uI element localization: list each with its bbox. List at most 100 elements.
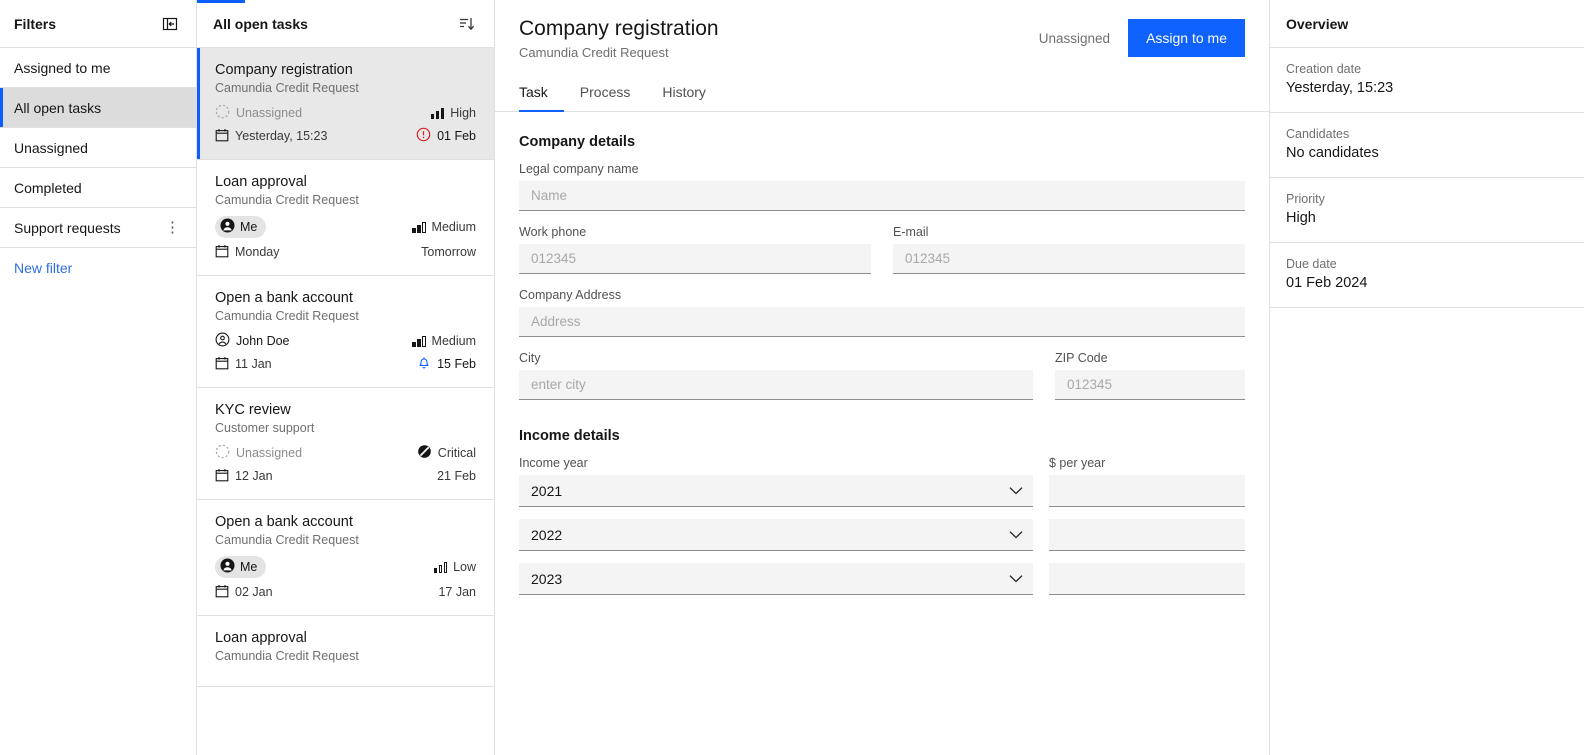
zip-code-field: ZIP Code	[1055, 351, 1245, 400]
calendar-icon	[215, 244, 229, 261]
income-amount-input[interactable]	[1049, 519, 1245, 551]
task-assignee-label: Unassigned	[236, 446, 302, 460]
income-year-select[interactable]: 2021	[519, 475, 1033, 507]
task-row[interactable]: Loan approval Camundia Credit Request Me	[197, 160, 494, 276]
task-row[interactable]: Open a bank account Camundia Credit Requ…	[197, 500, 494, 616]
task-name: Company registration	[215, 62, 476, 78]
overview-item-value: High	[1286, 210, 1568, 226]
task-name: Open a bank account	[215, 290, 476, 306]
income-amount-input[interactable]	[1049, 563, 1245, 595]
task-row[interactable]: Loan approval Camundia Credit Request	[197, 616, 494, 687]
task-row[interactable]: Open a bank account Camundia Credit Requ…	[197, 276, 494, 388]
calendar-icon	[215, 128, 229, 145]
task-detail-panel: Company registration Camundia Credit Req…	[495, 0, 1270, 755]
income-row: 2022	[519, 519, 1245, 551]
task-process: Camundia Credit Request	[215, 81, 476, 95]
unassigned-avatar-icon	[215, 104, 230, 122]
sidebar-item-unassigned[interactable]: Unassigned	[0, 128, 196, 168]
task-application: Filters Assigned to me All open tasks Un…	[0, 0, 1584, 755]
income-year-select-wrap: 2023	[519, 563, 1033, 595]
overview-item-label: Candidates	[1286, 127, 1568, 141]
reminder-bell-icon	[417, 355, 431, 373]
calendar-icon	[215, 356, 229, 373]
work-phone-input[interactable]	[519, 244, 871, 274]
task-detail-header-top: Company registration Camundia Credit Req…	[519, 16, 1245, 60]
task-assignee-label: Me	[240, 220, 257, 234]
filter-label: Completed	[14, 180, 82, 196]
task-assignee: Me	[215, 556, 266, 578]
city-label: City	[519, 351, 1033, 365]
task-detail-tabs: Task Process History	[519, 76, 1245, 111]
task-detail-actions: Unassigned Assign to me	[1039, 16, 1245, 57]
assign-to-me-button[interactable]: Assign to me	[1128, 19, 1245, 57]
task-meta-dates: 12 Jan 21 Feb	[215, 467, 476, 485]
zip-code-label: ZIP Code	[1055, 351, 1245, 365]
task-due-label: 21 Feb	[437, 469, 476, 483]
task-priority: High	[431, 106, 476, 120]
task-due-label: 01 Feb	[437, 129, 476, 143]
task-created-date: 11 Jan	[215, 356, 272, 373]
user-avatar-icon	[220, 218, 235, 236]
legal-company-name-input[interactable]	[519, 181, 1245, 211]
filters-sidebar: Filters Assigned to me All open tasks Un…	[0, 0, 197, 755]
email-field: E-mail	[893, 225, 1245, 274]
critical-priority-icon	[417, 444, 432, 462]
task-meta-dates: Monday Tomorrow	[215, 243, 476, 261]
task-assignee: Me	[215, 216, 266, 238]
task-row[interactable]: Company registration Camundia Credit Req…	[197, 48, 494, 160]
tab-process[interactable]: Process	[564, 76, 647, 112]
income-amount-label: $ per year	[1049, 456, 1245, 470]
work-phone-label: Work phone	[519, 225, 871, 239]
task-list-header: All open tasks	[197, 0, 494, 48]
income-amount-wrap	[1049, 475, 1245, 507]
tab-task[interactable]: Task	[519, 76, 564, 112]
city-input[interactable]	[519, 370, 1033, 400]
task-meta-assignee: Unassigned High	[215, 104, 476, 122]
overview-item-priority: Priority High	[1270, 178, 1584, 243]
income-amount-wrap	[1049, 519, 1245, 551]
calendar-icon	[215, 584, 229, 601]
new-filter-button[interactable]: New filter	[0, 248, 196, 288]
income-year-label: Income year	[519, 456, 1033, 470]
sidebar-item-support-requests[interactable]: Support requests ⋮	[0, 208, 196, 248]
city-zip-row: City ZIP Code	[519, 351, 1245, 414]
task-assignee-label: Me	[240, 560, 257, 574]
overview-header: Overview	[1270, 0, 1584, 48]
task-priority-label: Critical	[438, 446, 476, 460]
filters-header: Filters	[0, 0, 196, 48]
priority-bars-icon	[412, 336, 426, 347]
collapse-panel-icon[interactable]	[158, 12, 182, 36]
task-due-label: 17 Jan	[438, 585, 476, 599]
sidebar-item-completed[interactable]: Completed	[0, 168, 196, 208]
task-priority: Critical	[417, 444, 476, 462]
income-row: 2023	[519, 563, 1245, 595]
income-year-select[interactable]: 2022	[519, 519, 1033, 551]
task-list-panel: All open tasks Company registration Camu…	[197, 0, 495, 755]
task-assignee-label: Unassigned	[236, 106, 302, 120]
legal-company-name-field: Legal company name	[519, 162, 1245, 211]
sort-descending-icon[interactable]	[454, 12, 478, 36]
task-due-date: 17 Jan	[438, 585, 476, 599]
sidebar-item-all-open-tasks[interactable]: All open tasks	[0, 88, 196, 128]
task-list-title: All open tasks	[213, 16, 308, 32]
income-year-select[interactable]: 2023	[519, 563, 1033, 595]
sidebar-item-assigned-to-me[interactable]: Assigned to me	[0, 48, 196, 88]
calendar-icon	[215, 468, 229, 485]
email-input[interactable]	[893, 244, 1245, 274]
tab-history[interactable]: History	[646, 76, 722, 112]
task-meta-assignee: Me Medium	[215, 216, 476, 238]
overview-item-due-date: Due date 01 Feb 2024	[1270, 243, 1584, 308]
zip-code-input[interactable]	[1055, 370, 1245, 400]
income-amount-input[interactable]	[1049, 475, 1245, 507]
task-priority: Medium	[412, 220, 476, 234]
company-address-field: Company Address	[519, 288, 1245, 337]
income-row: 2021	[519, 475, 1245, 507]
task-row[interactable]: KYC review Customer support Unassigned	[197, 388, 494, 500]
task-priority-label: High	[450, 106, 476, 120]
task-meta-dates: 11 Jan 15 Feb	[215, 355, 476, 373]
overflow-menu-icon[interactable]: ⋮	[163, 220, 182, 235]
overview-item-value: 01 Feb 2024	[1286, 275, 1568, 291]
company-address-input[interactable]	[519, 307, 1245, 337]
task-list-body: Company registration Camundia Credit Req…	[197, 48, 494, 755]
task-process: Camundia Credit Request	[215, 309, 476, 323]
